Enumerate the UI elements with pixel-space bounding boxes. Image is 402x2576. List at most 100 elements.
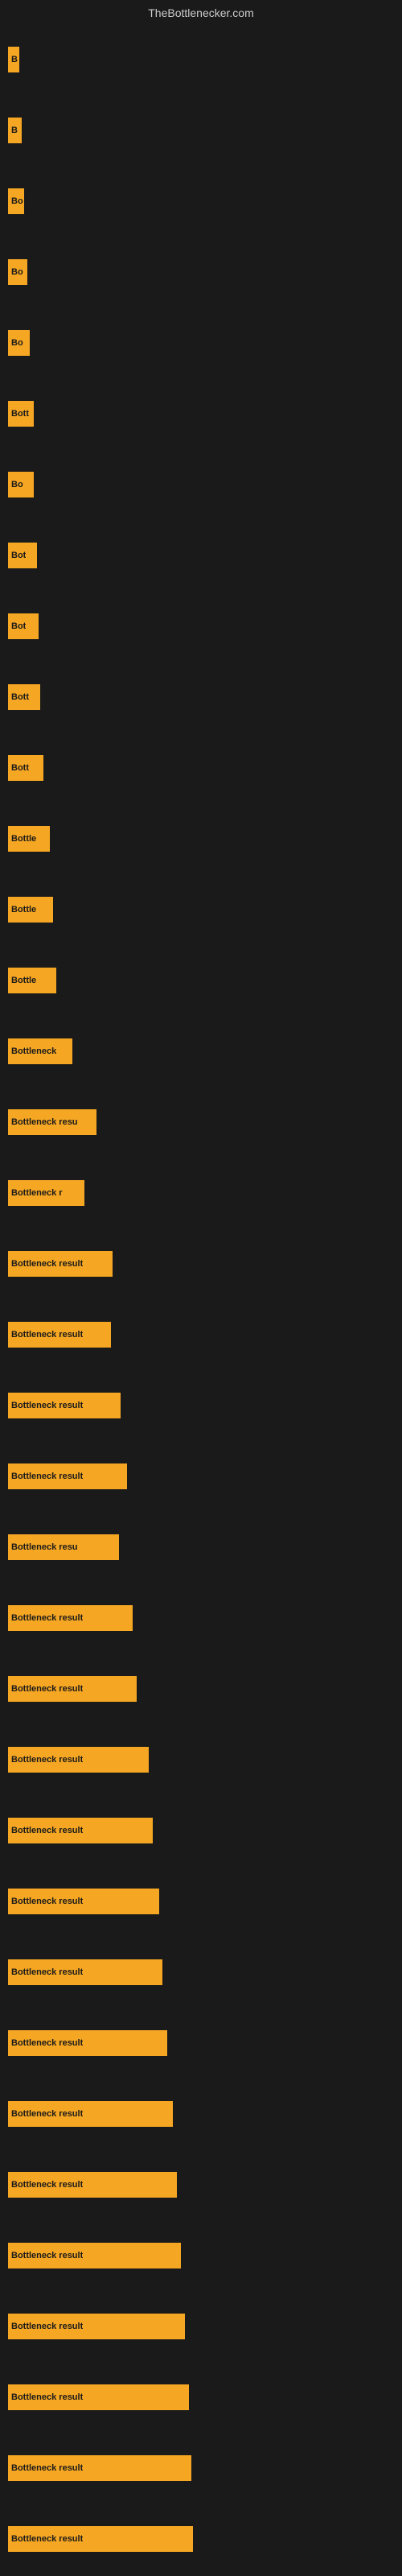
bar-row: Bo xyxy=(8,308,394,378)
bars-container: B B Bo Bo Bo Bott Bo Bot Bot Bott Bott Bottle Bottle… xyxy=(8,24,394,2574)
bar-item: Bottleneck resu xyxy=(8,1534,119,1560)
bar-item: Bott xyxy=(8,401,34,427)
bar-label: Bo xyxy=(11,480,23,489)
bar-label: Bottleneck result xyxy=(11,1330,83,1340)
bar-label: Bottleneck result xyxy=(11,1259,83,1269)
bar-item: Bo xyxy=(8,330,30,356)
bar-label: Bottleneck result xyxy=(11,2463,83,2473)
bar-item: Bottleneck r xyxy=(8,1180,84,1206)
bar-label: Bottleneck result xyxy=(11,2180,83,2190)
bar-item: Bot xyxy=(8,543,37,568)
bar-label: Bottleneck result xyxy=(11,2392,83,2402)
bar-row: Bot xyxy=(8,591,394,662)
bar-row: Bo xyxy=(8,166,394,237)
bar-item: Bottleneck result xyxy=(8,2172,177,2198)
bar-item: Bottleneck result xyxy=(8,2101,173,2127)
bar-label: B xyxy=(11,55,18,64)
bar-item: Bo xyxy=(8,472,34,497)
bar-row: B xyxy=(8,24,394,95)
bar-item: Bottleneck xyxy=(8,1038,72,1064)
bar-item: Bott xyxy=(8,755,43,781)
bar-row: Bottleneck result xyxy=(8,2079,394,2149)
bar-label: Bottleneck result xyxy=(11,2038,83,2048)
bar-item: Bot xyxy=(8,613,39,639)
bar-label: Bott xyxy=(11,692,29,702)
bar-label: Bo xyxy=(11,196,23,206)
bar-row: Bottleneck result xyxy=(8,2504,394,2574)
bar-item: Bottleneck result xyxy=(8,2384,189,2410)
bar-row: Bottleneck result xyxy=(8,2291,394,2362)
bar-label: Bottleneck r xyxy=(11,1188,63,1198)
bar-row: Bottleneck result xyxy=(8,1937,394,2008)
bar-label: Bottle xyxy=(11,834,36,844)
bar-label: Bottleneck result xyxy=(11,1826,83,1835)
bar-row: Bot xyxy=(8,520,394,591)
bar-label: Bottleneck result xyxy=(11,1684,83,1694)
bar-label: Bottle xyxy=(11,976,36,985)
bar-row: Bottleneck result xyxy=(8,2362,394,2433)
bar-row: Bottleneck result xyxy=(8,1441,394,1512)
bar-label: Bottleneck resu xyxy=(11,1117,78,1127)
bar-item: Bottle xyxy=(8,826,50,852)
site-title: TheBottlenecker.com xyxy=(148,6,254,19)
bar-item: Bottleneck result xyxy=(8,2243,181,2268)
bar-row: Bottleneck result xyxy=(8,1299,394,1370)
bar-item: Bottleneck result xyxy=(8,2455,191,2481)
bar-row: Bottle xyxy=(8,945,394,1016)
bar-label: Bottleneck result xyxy=(11,1472,83,1481)
bar-label: Bottleneck result xyxy=(11,1897,83,1906)
bar-item: Bottleneck result xyxy=(8,2526,193,2552)
bar-row: Bottleneck result xyxy=(8,1724,394,1795)
bar-row: Bottleneck result xyxy=(8,2220,394,2291)
bar-label: Bottleneck result xyxy=(11,1967,83,1977)
bar-row: Bottleneck r xyxy=(8,1158,394,1228)
bar-label: Bo xyxy=(11,267,23,277)
bar-row: Bottle xyxy=(8,803,394,874)
bar-row: Bottleneck result xyxy=(8,2433,394,2504)
bar-item: Bottleneck result xyxy=(8,1322,111,1348)
bar-row: Bo xyxy=(8,449,394,520)
bar-label: Bottleneck result xyxy=(11,2251,83,2260)
bar-item: Bottleneck result xyxy=(8,2030,167,2056)
bar-item: Bottle xyxy=(8,897,53,923)
bar-label: B xyxy=(11,126,18,135)
bar-item: Bott xyxy=(8,684,40,710)
bar-label: Bottleneck result xyxy=(11,2109,83,2119)
bar-item: Bottleneck result xyxy=(8,1251,113,1277)
bar-item: Bottleneck result xyxy=(8,1605,133,1631)
bar-row: Bottleneck resu xyxy=(8,1087,394,1158)
bar-row: Bottleneck xyxy=(8,1016,394,1087)
bar-label: Bottleneck xyxy=(11,1046,56,1056)
bar-label: Bottleneck result xyxy=(11,2534,83,2544)
bar-item: Bottle xyxy=(8,968,56,993)
bar-item: Bottleneck result xyxy=(8,1463,127,1489)
bar-row: Bottleneck result xyxy=(8,1583,394,1653)
bar-item: Bo xyxy=(8,259,27,285)
bar-label: Bott xyxy=(11,409,29,419)
bar-label: Bottleneck result xyxy=(11,1613,83,1623)
bar-label: Bottleneck result xyxy=(11,1755,83,1765)
bar-item: B xyxy=(8,47,19,72)
bar-label: Bottleneck resu xyxy=(11,1542,78,1552)
bar-item: Bottleneck result xyxy=(8,2314,185,2339)
bar-row: Bott xyxy=(8,662,394,733)
bar-row: B xyxy=(8,95,394,166)
bar-row: Bottleneck result xyxy=(8,1866,394,1937)
bar-row: Bottleneck result xyxy=(8,2008,394,2079)
bar-label: Bot xyxy=(11,551,26,560)
bar-label: Bot xyxy=(11,621,26,631)
bar-row: Bottleneck result xyxy=(8,1653,394,1724)
bar-label: Bottle xyxy=(11,905,36,914)
bar-item: B xyxy=(8,118,22,143)
bar-row: Bo xyxy=(8,237,394,308)
bar-label: Bottleneck result xyxy=(11,1401,83,1410)
bar-row: Bottleneck result xyxy=(8,2149,394,2220)
bar-row: Bottleneck result xyxy=(8,1370,394,1441)
bar-item: Bottleneck result xyxy=(8,1676,137,1702)
bar-row: Bott xyxy=(8,733,394,803)
bar-item: Bottleneck result xyxy=(8,1747,149,1773)
bar-row: Bott xyxy=(8,378,394,449)
bar-item: Bottleneck resu xyxy=(8,1109,96,1135)
bar-item: Bottleneck result xyxy=(8,1959,162,1985)
bar-label: Bo xyxy=(11,338,23,348)
